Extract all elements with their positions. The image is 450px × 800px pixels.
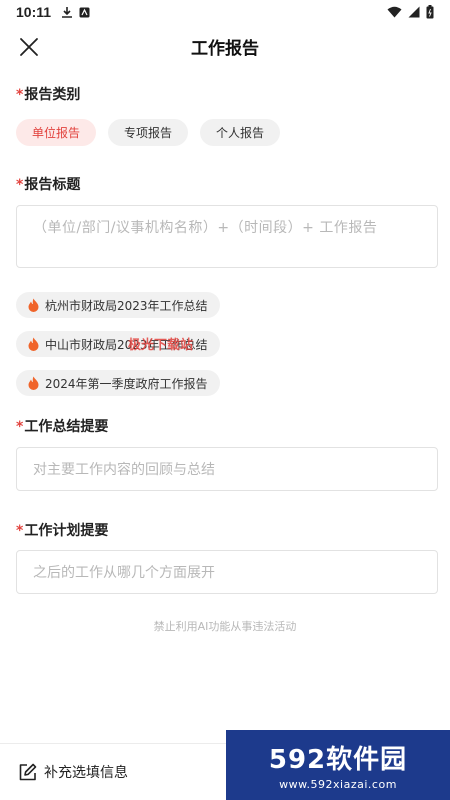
plan-label-text: 工作计划提要 — [24, 523, 109, 539]
compliance-notice: 禁止利用AI功能从事违法活动 — [153, 620, 297, 633]
flame-icon — [28, 298, 39, 312]
title-suggestion-3[interactable]: 2024年第一季度政府工作报告 — [16, 370, 220, 396]
plan-label: *工作计划提要 — [16, 520, 108, 540]
suggestion-text: 杭州市财政局2023年工作总结 — [45, 298, 208, 313]
watermark-brand: 592软件园 — [268, 745, 408, 775]
status-notification-icons — [61, 6, 90, 19]
watermark-url: www.592xiazai.com — [279, 778, 397, 791]
category-chip-personal[interactable]: 个人报告 — [200, 119, 281, 146]
status-system-icons — [387, 5, 434, 19]
suggestion-text: 2024年第一季度政府工作报告 — [45, 376, 208, 391]
category-chip-special[interactable]: 专项报告 — [108, 119, 189, 146]
report-title-label-text: 报告标题 — [24, 177, 81, 193]
report-category-options: 单位报告 专项报告 个人报告 — [16, 119, 281, 146]
app-notification-icon — [79, 7, 90, 17]
status-time: 10:11 — [16, 4, 52, 20]
summary-label-text: 工作总结提要 — [24, 419, 109, 435]
supplement-info-label: 补充选填信息 — [44, 765, 128, 781]
required-star: * — [16, 523, 24, 539]
title-suggestion-1[interactable]: 杭州市财政局2023年工作总结 — [16, 292, 220, 318]
header: 工作报告 — [0, 24, 450, 68]
report-category-label: *报告类别 — [16, 84, 80, 104]
flame-icon — [28, 337, 39, 351]
download-icon — [62, 6, 73, 18]
required-star: * — [16, 87, 24, 103]
close-icon[interactable] — [18, 36, 40, 58]
supplement-info-button[interactable]: 补充选填信息 — [18, 762, 128, 782]
signal-icon — [408, 6, 420, 18]
report-category-label-text: 报告类别 — [24, 87, 81, 103]
report-title-label: *报告标题 — [16, 174, 80, 194]
flame-icon — [28, 376, 39, 390]
edit-icon — [19, 763, 37, 780]
required-star: * — [16, 419, 24, 435]
report-title-input[interactable]: （单位/部门/议事机构名称）+（时间段）+ 工作报告 — [16, 205, 438, 268]
wifi-icon — [387, 6, 402, 18]
summary-input[interactable]: 对主要工作内容的回顾与总结 — [16, 447, 438, 491]
page-title: 工作报告 — [191, 38, 259, 59]
plan-input[interactable]: 之后的工作从哪几个方面展开 — [16, 550, 438, 594]
summary-label: *工作总结提要 — [16, 416, 108, 436]
battery-icon — [426, 5, 434, 19]
category-chip-unit[interactable]: 单位报告 — [16, 119, 97, 146]
watermark-logo: 592软件园 www.592xiazai.com — [226, 730, 450, 800]
required-star: * — [16, 177, 24, 193]
status-bar: 10:11 — [0, 0, 450, 24]
close-button[interactable] — [18, 36, 40, 58]
watermark-text: 极光下载站 — [128, 338, 194, 353]
